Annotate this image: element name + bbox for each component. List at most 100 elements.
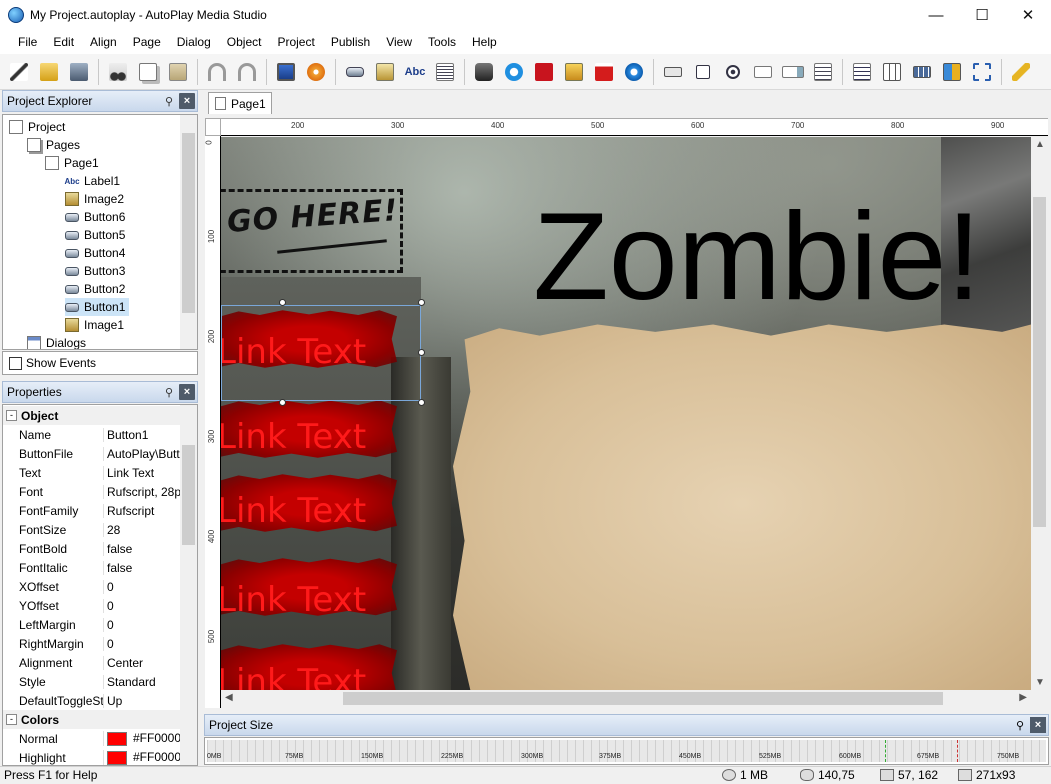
add-progress-object[interactable] bbox=[909, 59, 935, 85]
add-plugin-object[interactable] bbox=[1008, 59, 1034, 85]
add-hotspot-object[interactable] bbox=[969, 59, 995, 85]
minimize-button[interactable]: — bbox=[913, 0, 959, 30]
scrollbar-thumb[interactable] bbox=[343, 692, 943, 705]
paste-button[interactable] bbox=[165, 59, 191, 85]
tree-item-button5[interactable]: Button5 bbox=[65, 226, 125, 244]
property-row[interactable]: Font Rufscript, 28pt bbox=[3, 482, 183, 501]
property-row[interactable]: LeftMargin 0 bbox=[3, 615, 183, 634]
wizard-button[interactable] bbox=[6, 59, 32, 85]
property-value[interactable]: 0 bbox=[103, 617, 183, 632]
property-value[interactable]: 0 bbox=[103, 636, 183, 651]
menu-project[interactable]: Project bbox=[269, 35, 322, 49]
scrollbar-thumb[interactable] bbox=[182, 445, 195, 545]
scroll-left-icon[interactable]: ◀ bbox=[225, 692, 233, 703]
property-row[interactable]: FontBold false bbox=[3, 539, 183, 558]
pin-icon[interactable]: ⚲ bbox=[1012, 717, 1028, 733]
property-row[interactable]: FontItalic false bbox=[3, 558, 183, 577]
add-combobox-object[interactable] bbox=[780, 59, 806, 85]
maximize-button[interactable]: ☐ bbox=[959, 0, 1005, 30]
property-row[interactable]: Style Standard bbox=[3, 672, 183, 691]
add-image-object[interactable] bbox=[372, 59, 398, 85]
add-video-object[interactable] bbox=[471, 59, 497, 85]
property-value[interactable]: 0 bbox=[103, 579, 183, 594]
page-canvas[interactable]: GO HERE! Zombie! Link Text Link Text Lin… bbox=[221, 137, 1031, 690]
property-value[interactable]: Up bbox=[103, 693, 183, 708]
cut-button[interactable] bbox=[105, 59, 131, 85]
property-row[interactable]: FontSize 28 bbox=[3, 520, 183, 539]
canvas-horizontal-scrollbar[interactable]: ◀ ▶ bbox=[221, 690, 1031, 707]
canvas-vertical-scrollbar[interactable]: ▲ ▼ bbox=[1031, 137, 1048, 690]
property-row[interactable]: Normal #FF0000 bbox=[3, 729, 183, 748]
property-row[interactable]: Alignment Center bbox=[3, 653, 183, 672]
property-value[interactable]: Button1 bbox=[103, 427, 183, 442]
tree-item-image2[interactable]: Image2 bbox=[65, 190, 124, 208]
add-grid-object[interactable] bbox=[879, 59, 905, 85]
close-button[interactable]: ✕ bbox=[1005, 0, 1051, 30]
menu-edit[interactable]: Edit bbox=[45, 35, 82, 49]
property-row[interactable]: Name Button1 bbox=[3, 425, 183, 444]
property-value[interactable]: 28 bbox=[103, 522, 183, 537]
pin-icon[interactable]: ⚲ bbox=[161, 93, 177, 109]
tree-item-image1[interactable]: Image1 bbox=[65, 316, 124, 334]
tree-item-button6[interactable]: Button6 bbox=[65, 208, 125, 226]
build-button[interactable] bbox=[303, 59, 329, 85]
add-checkbox-object[interactable] bbox=[690, 59, 716, 85]
add-quicktime-object[interactable] bbox=[501, 59, 527, 85]
menu-file[interactable]: File bbox=[10, 35, 45, 49]
tree-item-pages[interactable]: Pages bbox=[27, 136, 80, 154]
preview-button[interactable] bbox=[273, 59, 299, 85]
properties-scrollbar[interactable] bbox=[180, 405, 197, 765]
menu-publish[interactable]: Publish bbox=[323, 35, 378, 49]
resize-handle[interactable] bbox=[279, 399, 286, 406]
add-xbutton-object[interactable] bbox=[939, 59, 965, 85]
property-value[interactable]: Rufscript bbox=[103, 503, 183, 518]
menu-dialog[interactable]: Dialog bbox=[169, 35, 219, 49]
property-row[interactable]: XOffset 0 bbox=[3, 577, 183, 596]
menu-align[interactable]: Align bbox=[82, 35, 125, 49]
save-button[interactable] bbox=[66, 59, 92, 85]
add-pdf-object[interactable] bbox=[591, 59, 617, 85]
tree-item-button3[interactable]: Button3 bbox=[65, 262, 125, 280]
tree-item-page1[interactable]: Page1 bbox=[45, 154, 99, 172]
tab-page1[interactable]: Page1 bbox=[208, 92, 272, 114]
add-richtext-object[interactable] bbox=[750, 59, 776, 85]
close-icon[interactable]: × bbox=[179, 384, 195, 400]
tree-item-button1[interactable]: Button1 bbox=[65, 298, 130, 316]
add-label-object[interactable]: Abc bbox=[402, 59, 428, 85]
menu-page[interactable]: Page bbox=[125, 35, 169, 49]
property-value[interactable]: #FF0000 bbox=[103, 731, 183, 746]
menu-view[interactable]: View bbox=[378, 35, 420, 49]
resize-handle[interactable] bbox=[418, 399, 425, 406]
property-value[interactable]: Link Text bbox=[103, 465, 183, 480]
scroll-right-icon[interactable]: ▶ bbox=[1019, 692, 1027, 703]
scroll-down-icon[interactable]: ▼ bbox=[1035, 677, 1045, 688]
show-events-checkbox[interactable] bbox=[9, 356, 22, 370]
add-tree-object[interactable] bbox=[849, 59, 875, 85]
pin-icon[interactable]: ⚲ bbox=[161, 384, 177, 400]
explorer-scrollbar[interactable] bbox=[180, 115, 197, 349]
open-button[interactable] bbox=[36, 59, 62, 85]
zombie-title-label[interactable]: Zombie! bbox=[533, 195, 981, 319]
add-slideshow-object[interactable] bbox=[561, 59, 587, 85]
property-row[interactable]: YOffset 0 bbox=[3, 596, 183, 615]
property-row[interactable]: Text Link Text bbox=[3, 463, 183, 482]
menu-object[interactable]: Object bbox=[219, 35, 270, 49]
add-web-object[interactable] bbox=[621, 59, 647, 85]
property-row[interactable]: ButtonFile AutoPlay\Butt bbox=[3, 444, 183, 463]
property-value[interactable]: Standard bbox=[103, 674, 183, 689]
category-colors[interactable]: - Colors bbox=[3, 710, 183, 729]
property-value[interactable]: Rufscript, 28pt bbox=[103, 484, 183, 499]
add-button-object[interactable] bbox=[342, 59, 368, 85]
property-value[interactable]: #FF0000 bbox=[103, 750, 183, 765]
resize-handle[interactable] bbox=[279, 299, 286, 306]
redo-button[interactable] bbox=[234, 59, 260, 85]
add-paragraph-object[interactable] bbox=[432, 59, 458, 85]
parchment-image[interactable] bbox=[453, 324, 1031, 690]
resize-handle[interactable] bbox=[418, 299, 425, 306]
tree-item-project[interactable]: Project bbox=[9, 118, 65, 136]
tree-item-button2[interactable]: Button2 bbox=[65, 280, 125, 298]
tree-item-button4[interactable]: Button4 bbox=[65, 244, 125, 262]
category-object[interactable]: - Object bbox=[3, 406, 183, 425]
close-icon[interactable]: × bbox=[1030, 717, 1046, 733]
property-row[interactable]: FontFamily Rufscript bbox=[3, 501, 183, 520]
